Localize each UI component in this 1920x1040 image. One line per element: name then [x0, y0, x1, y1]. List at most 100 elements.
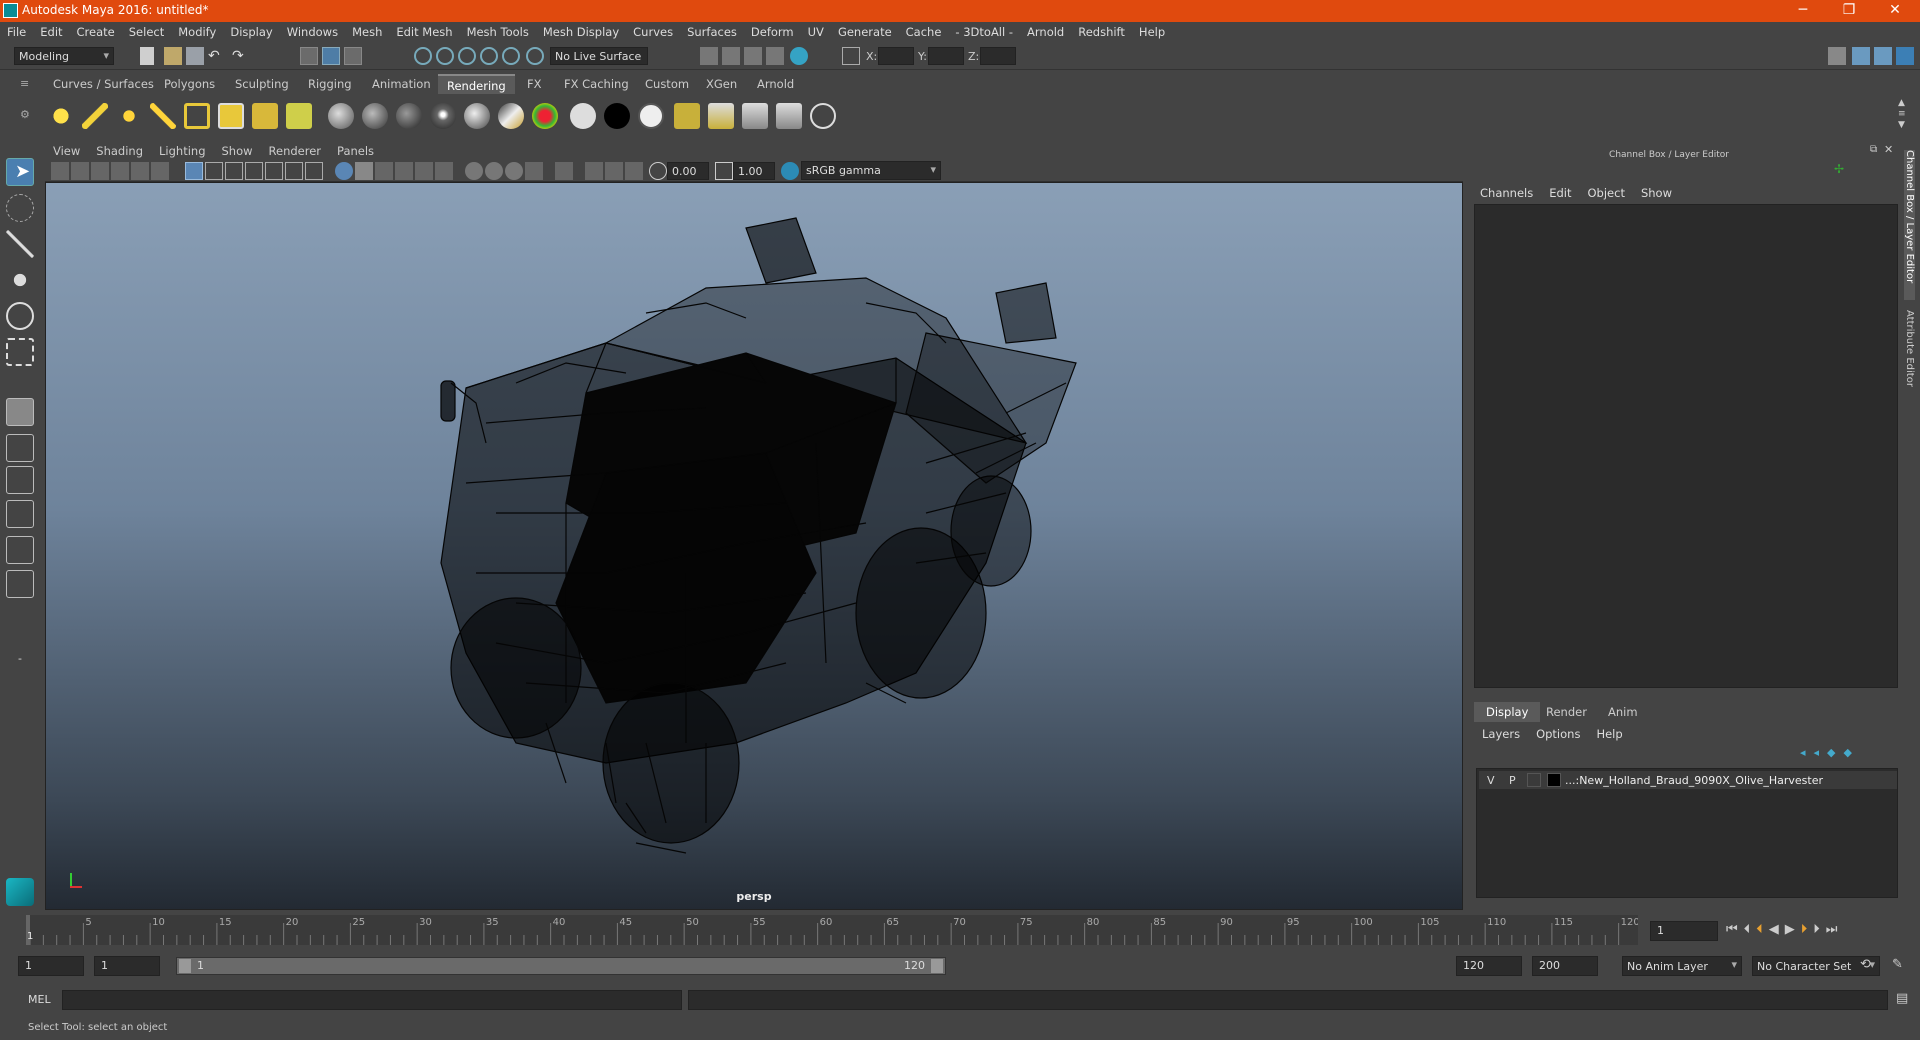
hypershade-icon[interactable]	[790, 47, 808, 65]
save-scene-icon[interactable]	[186, 47, 204, 65]
close-button[interactable]: ✕	[1872, 0, 1918, 22]
menu-uv[interactable]: UV	[801, 22, 831, 39]
shelf-tab-fx[interactable]: FX	[518, 74, 551, 94]
persp-uv-layout-icon[interactable]	[6, 570, 34, 598]
menu-modify[interactable]: Modify	[171, 22, 223, 39]
volume-light-icon[interactable]	[218, 103, 244, 129]
directional-light-icon[interactable]	[82, 103, 108, 129]
phonge-material-icon[interactable]	[430, 103, 456, 129]
snap-curve-icon[interactable]	[436, 47, 454, 65]
lambert-material-icon[interactable]	[362, 103, 388, 129]
wireframe-on-shaded-icon[interactable]	[375, 162, 393, 180]
play-forwards-icon[interactable]: ▶	[1785, 922, 1801, 937]
range-start-handle[interactable]	[179, 959, 191, 973]
render-current-frame-icon[interactable]	[708, 103, 734, 129]
ambient-light-icon[interactable]	[48, 103, 74, 129]
menu-edit-mesh[interactable]: Edit Mesh	[389, 22, 459, 39]
safe-title-icon[interactable]	[305, 162, 323, 180]
new-scene-icon[interactable]	[140, 47, 154, 65]
shelf-tab-custom[interactable]: Custom	[636, 74, 698, 94]
anti-aliasing-icon[interactable]	[505, 162, 523, 180]
layer-type-toggle[interactable]	[1527, 773, 1541, 787]
anim-layer-dropdown[interactable]: No Anim Layer ▾	[1622, 956, 1742, 976]
ipr-render-icon[interactable]	[744, 47, 762, 65]
options-menu[interactable]: Options	[1536, 727, 1580, 741]
select-tool-icon[interactable]: ➤	[6, 158, 34, 186]
layer-color-swatch[interactable]	[1547, 773, 1561, 787]
grease-pencil-icon[interactable]	[151, 162, 169, 180]
menu-file[interactable]: File	[0, 22, 33, 39]
ramp-shader-icon[interactable]	[532, 103, 558, 129]
ipr-render-shelf-icon[interactable]	[742, 103, 768, 129]
menu-redshift[interactable]: Redshift	[1071, 22, 1132, 39]
step-back-frame-icon[interactable]: ⏴	[1744, 922, 1757, 937]
2d-pan-zoom-icon[interactable]	[131, 162, 149, 180]
live-surface-field[interactable]: No Live Surface	[550, 47, 648, 65]
shelf-tab-sculpting[interactable]: Sculpting	[226, 74, 298, 94]
layer-playback-toggle[interactable]: P	[1509, 774, 1516, 787]
go-to-start-icon[interactable]: ⏮	[1726, 922, 1744, 937]
x-field[interactable]	[878, 47, 914, 65]
channels-menu[interactable]: Channels	[1480, 186, 1533, 200]
shelf-scroll-icon[interactable]: ▲ ≡ ▼	[1898, 98, 1906, 131]
surface-shader-icon[interactable]	[570, 103, 596, 129]
exposure-field[interactable]: 0.00	[667, 162, 709, 180]
menu-windows[interactable]: Windows	[280, 22, 345, 39]
menu-mesh-display[interactable]: Mesh Display	[536, 22, 626, 39]
layered-shader-icon[interactable]	[498, 103, 524, 129]
layer-visibility-toggle[interactable]: V	[1487, 774, 1495, 787]
mel-label[interactable]: MEL	[28, 993, 51, 1006]
ambient-occlusion-icon[interactable]	[465, 162, 483, 180]
menu-create[interactable]: Create	[70, 22, 122, 39]
menu-mesh-tools[interactable]: Mesh Tools	[460, 22, 536, 39]
snap-surface-icon[interactable]	[502, 47, 520, 65]
batch-render-icon[interactable]	[776, 103, 802, 129]
spot-light-icon[interactable]	[150, 103, 176, 129]
object-menu[interactable]: Object	[1588, 186, 1625, 200]
shelf-tab-rendering[interactable]: Rendering	[438, 74, 515, 94]
menu-3dtoall[interactable]: - 3DtoAll -	[948, 22, 1020, 39]
side-tab-attribute-editor[interactable]: Attribute Editor	[1904, 310, 1915, 420]
anisotropic-material-icon[interactable]	[464, 103, 490, 129]
bookmarks-icon[interactable]	[91, 162, 109, 180]
phong-material-icon[interactable]	[396, 103, 422, 129]
layers-menu[interactable]: Layers	[1482, 727, 1520, 741]
start-time-field[interactable]: 1	[18, 956, 84, 976]
minimize-button[interactable]: ─	[1780, 0, 1826, 22]
menu-cache[interactable]: Cache	[899, 22, 949, 39]
snap-vertex-icon[interactable]	[526, 47, 544, 65]
tab-display[interactable]: Display	[1474, 702, 1541, 722]
show-menu[interactable]: Show	[1641, 186, 1672, 200]
camera-attributes-icon[interactable]	[71, 162, 89, 180]
shading-group-icon[interactable]	[638, 103, 664, 129]
snap-point-icon[interactable]	[458, 47, 476, 65]
menu-curves[interactable]: Curves	[626, 22, 680, 39]
layer-name[interactable]: ...:New_Holland_Braud_9090X_Olive_Harves…	[1565, 774, 1823, 787]
vp-menu-view[interactable]: View	[45, 142, 88, 158]
area-light-icon[interactable]	[184, 103, 210, 129]
animation-preferences-icon[interactable]: ✎	[1892, 957, 1903, 972]
shadows-icon[interactable]	[435, 162, 453, 180]
snap-grid-icon[interactable]	[414, 47, 432, 65]
menu-select[interactable]: Select	[122, 22, 171, 39]
menu-surfaces[interactable]: Surfaces	[680, 22, 744, 39]
vp-menu-renderer[interactable]: Renderer	[261, 142, 330, 158]
isolate-select-icon[interactable]	[555, 162, 573, 180]
time-slider[interactable]: 5 10 15 20 25 30 35 40 45 50 55 60 65 70 75 80 85 90 95 100…	[26, 915, 1638, 945]
help-menu[interactable]: Help	[1596, 727, 1622, 741]
textured-icon[interactable]	[395, 162, 413, 180]
perspective-viewport[interactable]: persp	[45, 182, 1463, 910]
single-perspective-layout-icon[interactable]	[6, 398, 34, 426]
shelf-tab-xgen[interactable]: XGen	[697, 74, 746, 94]
persp-outliner-layout-icon[interactable]	[6, 466, 34, 494]
layer-list[interactable]: V P ...:New_Holland_Braud_9090X_Olive_Ha…	[1476, 768, 1898, 898]
range-slider[interactable]: 1 120	[176, 957, 946, 975]
float-panel-icon[interactable]: ⧉	[1870, 144, 1877, 155]
menu-generate[interactable]: Generate	[831, 22, 899, 39]
render-view-shelf-icon[interactable]	[674, 103, 700, 129]
render-settings-icon[interactable]	[766, 47, 784, 65]
gate-mask-icon[interactable]	[245, 162, 263, 180]
workspace-dropdown[interactable]: Modeling ▾	[14, 47, 114, 65]
layer-buttons[interactable]: ◂◂◆◆	[1800, 746, 1894, 760]
undo-icon[interactable]: ↶	[208, 48, 226, 66]
